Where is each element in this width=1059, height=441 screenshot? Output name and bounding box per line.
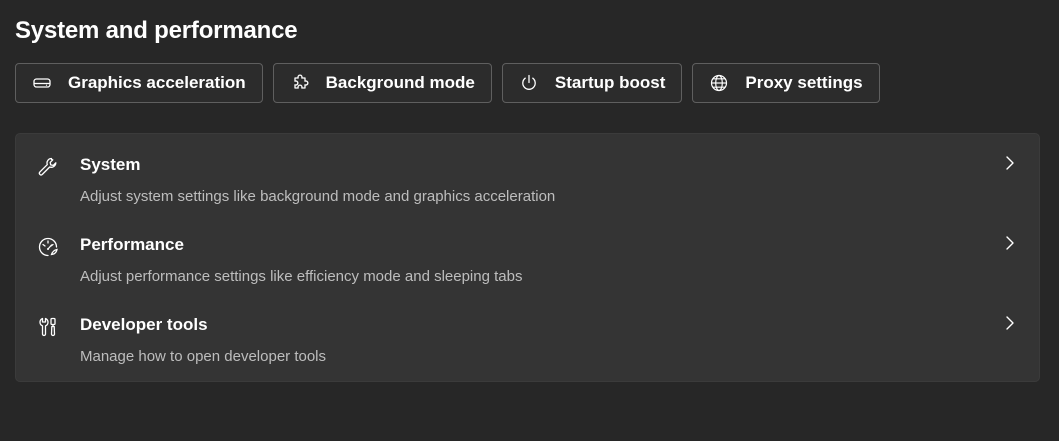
chevron-right-icon bbox=[1003, 234, 1017, 252]
chevron-right-icon bbox=[1003, 314, 1017, 332]
developer-tools-icon bbox=[36, 315, 60, 339]
settings-item-title: Performance bbox=[80, 235, 184, 254]
wrench-icon bbox=[36, 155, 60, 179]
settings-item-description: Adjust performance settings like efficie… bbox=[80, 268, 523, 285]
settings-item-title: Developer tools bbox=[80, 315, 208, 334]
proxy-settings-label: Proxy settings bbox=[745, 73, 863, 92]
chevron-right-icon bbox=[1003, 154, 1017, 172]
performance-icon bbox=[36, 235, 60, 259]
page-title: System and performance bbox=[15, 17, 298, 44]
settings-item-developer-tools[interactable]: Developer tools Manage how to open devel… bbox=[16, 294, 1039, 374]
background-mode-button[interactable]: Background mode bbox=[272, 63, 492, 103]
power-icon bbox=[519, 73, 539, 93]
globe-icon bbox=[709, 73, 729, 93]
settings-item-system[interactable]: System Adjust system settings like backg… bbox=[16, 134, 1039, 214]
proxy-settings-button[interactable]: Proxy settings bbox=[692, 63, 880, 103]
settings-item-description: Adjust system settings like background m… bbox=[80, 188, 556, 205]
startup-boost-label: Startup boost bbox=[554, 73, 666, 92]
settings-item-title: System bbox=[80, 155, 141, 174]
settings-list: System Adjust system settings like backg… bbox=[15, 133, 1040, 382]
startup-boost-button[interactable]: Startup boost bbox=[501, 63, 683, 103]
quick-links: Graphics acceleration Background mode St… bbox=[15, 63, 880, 103]
graphics-acceleration-label: Graphics acceleration bbox=[68, 73, 246, 92]
puzzle-icon bbox=[290, 73, 310, 93]
drive-icon bbox=[32, 73, 52, 93]
graphics-acceleration-button[interactable]: Graphics acceleration bbox=[15, 63, 263, 103]
settings-item-performance[interactable]: Performance Adjust performance settings … bbox=[16, 214, 1039, 294]
settings-page: System and performance Graphics accelera… bbox=[0, 0, 1059, 441]
background-mode-label: Background mode bbox=[325, 73, 475, 92]
settings-item-description: Manage how to open developer tools bbox=[80, 348, 327, 365]
